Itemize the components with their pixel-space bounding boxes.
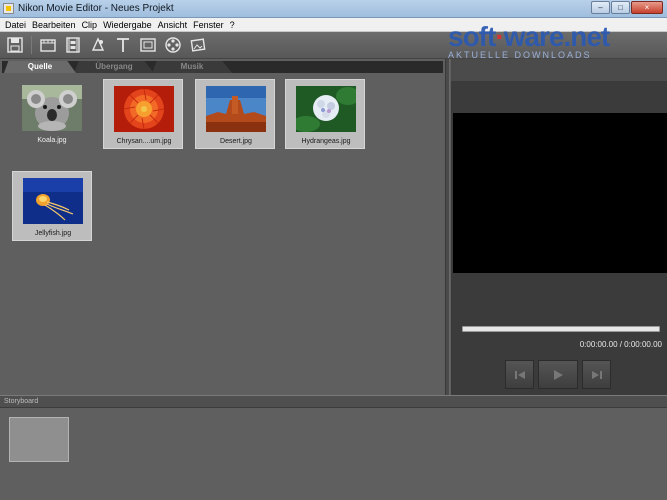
playback-controls bbox=[505, 360, 611, 389]
window-controls: – □ × bbox=[591, 1, 663, 14]
filmstrip-icon[interactable] bbox=[62, 34, 84, 56]
media-browser: Koala.jpg Chrysan....um.jpg Desert.jpg H… bbox=[2, 73, 443, 393]
app-icon bbox=[3, 3, 14, 14]
source-tabbar: Musik Übergang Quelle bbox=[2, 61, 443, 73]
title-bar: Nikon Movie Editor - Neues Projekt – □ × bbox=[0, 0, 667, 18]
menu-window[interactable]: Fenster bbox=[190, 18, 227, 31]
menu-edit[interactable]: Bearbeiten bbox=[29, 18, 79, 31]
desert-thumbnail bbox=[206, 86, 266, 132]
preview-screen bbox=[453, 113, 667, 273]
preview-panel: 0:00:00.00 / 0:00:00.00 bbox=[451, 59, 667, 395]
media-label: Chrysan....um.jpg bbox=[116, 138, 172, 145]
media-label: Desert.jpg bbox=[220, 138, 252, 145]
panel-splitter[interactable] bbox=[445, 59, 450, 395]
text-icon[interactable] bbox=[112, 34, 134, 56]
menu-file[interactable]: Datei bbox=[2, 18, 29, 31]
effect-icon[interactable] bbox=[87, 34, 109, 56]
play-icon bbox=[554, 369, 563, 380]
menu-playback[interactable]: Wiedergabe bbox=[100, 18, 155, 31]
watermark-dot: · bbox=[495, 21, 504, 52]
media-label: Hydrangeas.jpg bbox=[301, 138, 351, 145]
watermark-logo: soft·ware.net AKTUELLE DOWNLOADS bbox=[448, 22, 664, 62]
storyboard-label: Storyboard bbox=[4, 398, 39, 405]
watermark-brand-b: ware.net bbox=[503, 21, 611, 52]
media-item-jellyfish[interactable]: Jellyfish.jpg bbox=[12, 171, 92, 241]
jellyfish-thumbnail bbox=[23, 178, 83, 224]
new-clip-icon[interactable] bbox=[37, 34, 59, 56]
hydrangeas-thumbnail bbox=[296, 86, 356, 132]
tab-source[interactable]: Quelle bbox=[4, 61, 76, 73]
tab-music[interactable]: Musik bbox=[152, 61, 232, 73]
play-button[interactable] bbox=[538, 360, 578, 389]
toolbar-separator bbox=[31, 36, 32, 54]
maximize-button[interactable]: □ bbox=[611, 1, 630, 14]
preview-header bbox=[451, 59, 667, 81]
frame-icon[interactable] bbox=[137, 34, 159, 56]
prev-frame-button[interactable] bbox=[505, 360, 534, 389]
storyboard-slot[interactable] bbox=[9, 417, 69, 462]
media-item-desert[interactable]: Desert.jpg bbox=[195, 79, 275, 149]
minimize-button[interactable]: – bbox=[591, 1, 610, 14]
close-button[interactable]: × bbox=[631, 1, 663, 14]
timecode: 0:00:00.00 / 0:00:00.00 bbox=[579, 340, 662, 349]
media-item-chrysanthemum[interactable]: Chrysan....um.jpg bbox=[103, 79, 183, 149]
menu-view[interactable]: Ansicht bbox=[155, 18, 191, 31]
storyboard-header: Storyboard bbox=[0, 395, 667, 408]
watermark-brand-a: soft bbox=[448, 21, 496, 52]
menu-help[interactable]: ? bbox=[227, 18, 238, 31]
media-item-hydrangeas[interactable]: Hydrangeas.jpg bbox=[285, 79, 365, 149]
media-label: Jellyfish.jpg bbox=[34, 230, 72, 237]
chrysanthemum-thumbnail bbox=[114, 86, 174, 132]
reel-icon[interactable] bbox=[162, 34, 184, 56]
koala-thumbnail bbox=[22, 85, 82, 131]
storyboard-area bbox=[0, 408, 667, 500]
media-label: Koala.jpg bbox=[37, 137, 67, 144]
photo-icon[interactable] bbox=[187, 34, 209, 56]
save-icon[interactable] bbox=[4, 34, 26, 56]
menu-clip[interactable]: Clip bbox=[79, 18, 101, 31]
seek-bar[interactable] bbox=[462, 326, 660, 332]
step-forward-icon bbox=[591, 370, 602, 379]
next-frame-button[interactable] bbox=[582, 360, 611, 389]
tab-transition[interactable]: Übergang bbox=[74, 61, 154, 73]
window-title: Nikon Movie Editor - Neues Projekt bbox=[18, 3, 174, 14]
media-item-koala[interactable]: Koala.jpg bbox=[12, 79, 92, 149]
step-back-icon bbox=[514, 370, 525, 379]
